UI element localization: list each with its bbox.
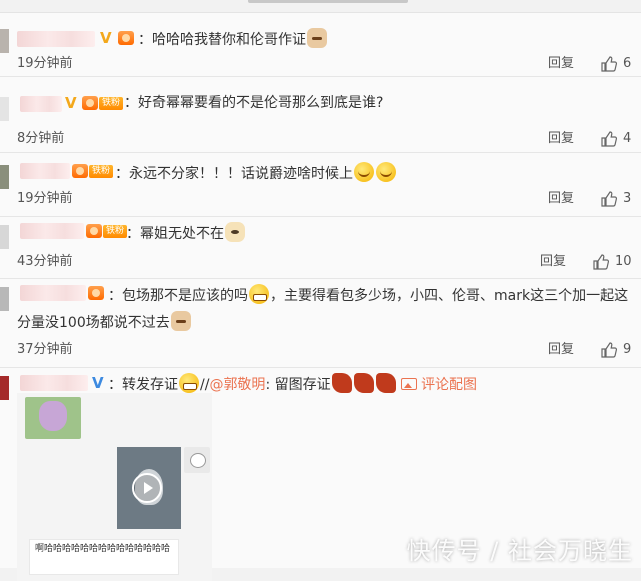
comment-item: V 铁粉 ：好奇幂幂要看的不是伦哥那么到底是谁? 8分钟前 回复 4 bbox=[0, 77, 641, 153]
vip-v-icon: V bbox=[65, 94, 77, 112]
cat-emoji-icon bbox=[170, 311, 191, 331]
comment-text-line1: ：包场那不是应该的吗 ，主要得看包多少场，小四、伦哥、mark这三个加一起这 bbox=[108, 284, 628, 306]
avatar[interactable] bbox=[0, 29, 9, 53]
like-count: 9 bbox=[623, 342, 632, 357]
thumbs-up-icon[interactable] bbox=[600, 341, 618, 359]
avatar[interactable] bbox=[0, 165, 9, 189]
username-blurred[interactable] bbox=[20, 96, 62, 112]
fans-badge: 铁粉 bbox=[99, 97, 124, 110]
comment-list: V ：哈哈哈我替你和伦哥作证 19分钟前 回复 6 V 铁粉 ：好奇幂幂要看的不… bbox=[0, 13, 641, 581]
vip-v-icon: V bbox=[100, 29, 112, 47]
member-badge-icon bbox=[118, 31, 134, 45]
comment-text: ：转发存证//@郭敬明: 留图存证 评论配图 bbox=[108, 373, 477, 395]
comment-text: ：哈哈哈我替你和伦哥作证 bbox=[138, 28, 328, 50]
member-badge-icon bbox=[88, 286, 104, 300]
comment-time: 43分钟前 bbox=[17, 254, 73, 269]
comment-time: 19分钟前 bbox=[17, 191, 73, 206]
top-bar bbox=[0, 0, 641, 13]
like-count: 10 bbox=[615, 254, 632, 269]
chat-bubble: 啊哈哈哈哈哈哈哈哈哈哈哈哈哈哈 bbox=[29, 539, 179, 575]
dragon-emoji-icon bbox=[353, 373, 374, 393]
username-blurred[interactable] bbox=[17, 31, 95, 47]
chat-avatar bbox=[184, 447, 210, 473]
comment-time: 19分钟前 bbox=[17, 56, 73, 71]
smile-emoji-icon bbox=[354, 162, 374, 182]
username-blurred[interactable] bbox=[20, 163, 70, 179]
grin-emoji-icon bbox=[249, 284, 269, 304]
smile-emoji-icon bbox=[376, 162, 396, 182]
reply-button[interactable]: 回复 bbox=[548, 56, 574, 72]
mention-link[interactable]: @郭敬明 bbox=[209, 377, 265, 393]
avatar[interactable] bbox=[0, 287, 9, 311]
comment-item: 铁粉 ：幂姐无处不在 43分钟前 回复 10 bbox=[0, 217, 641, 279]
comment-item: V ：哈哈哈我替你和伦哥作证 19分钟前 回复 6 bbox=[0, 13, 641, 77]
like-count: 3 bbox=[623, 191, 632, 206]
avatar[interactable] bbox=[0, 376, 9, 400]
drag-handle[interactable] bbox=[248, 0, 408, 3]
grin-emoji-icon bbox=[179, 373, 199, 393]
reply-button[interactable]: 回复 bbox=[548, 191, 574, 207]
picture-icon[interactable] bbox=[400, 378, 417, 390]
comment-text: ：幂姐无处不在 bbox=[126, 222, 246, 244]
comment-item: 铁粉 ：包场那不是应该的吗，主要得看包多少场，小四、伦哥、mark这三个加一起这… bbox=[0, 279, 641, 368]
avatar[interactable] bbox=[0, 225, 9, 249]
username-blurred[interactable] bbox=[20, 375, 88, 391]
username-blurred[interactable] bbox=[20, 285, 86, 301]
play-icon[interactable] bbox=[132, 473, 162, 503]
comment-text: ：永远不分家！！！话说爵迹啥时候上 bbox=[115, 162, 397, 184]
like-count: 6 bbox=[623, 56, 632, 71]
thumbs-up-icon[interactable] bbox=[600, 55, 618, 73]
watermark: 快传号 / 社会万晓生 bbox=[406, 537, 633, 565]
dragon-emoji-icon bbox=[375, 373, 396, 393]
member-badge-icon bbox=[86, 224, 102, 238]
thumbs-up-icon[interactable] bbox=[592, 253, 610, 271]
comment-image[interactable]: 啊哈哈哈哈哈哈哈哈哈哈哈哈哈哈 bbox=[17, 393, 212, 581]
fans-badge: 铁粉 bbox=[89, 165, 114, 178]
thumbs-up-icon[interactable] bbox=[600, 190, 618, 208]
comment-time: 37分钟前 bbox=[17, 342, 73, 357]
member-badge-icon bbox=[72, 164, 88, 178]
sticker-image bbox=[25, 397, 81, 439]
comment-image-link[interactable]: 评论配图 bbox=[421, 377, 477, 393]
fans-badge: 铁粉 bbox=[103, 225, 128, 238]
avatar[interactable] bbox=[0, 97, 9, 121]
thumbs-up-icon[interactable] bbox=[600, 130, 618, 148]
cat-emoji-icon bbox=[307, 28, 327, 48]
member-badge-icon bbox=[82, 96, 98, 110]
reply-button[interactable]: 回复 bbox=[548, 131, 574, 147]
comment-time: 8分钟前 bbox=[17, 131, 65, 146]
reply-button[interactable]: 回复 bbox=[540, 254, 566, 270]
comment-item: 铁粉 ：永远不分家！！！话说爵迹啥时候上 19分钟前 回复 3 bbox=[0, 153, 641, 217]
username-blurred[interactable] bbox=[20, 223, 84, 239]
vip-v-icon: V bbox=[92, 374, 104, 392]
reply-button[interactable]: 回复 bbox=[548, 342, 574, 358]
like-count: 4 bbox=[623, 131, 632, 146]
dragon-emoji-icon bbox=[331, 373, 352, 393]
comment-text: ：好奇幂幂要看的不是伦哥那么到底是谁? bbox=[124, 95, 384, 111]
dog-emoji-icon bbox=[225, 222, 245, 242]
comment-text-line2: 分量没100场都说不过去 bbox=[17, 311, 192, 333]
